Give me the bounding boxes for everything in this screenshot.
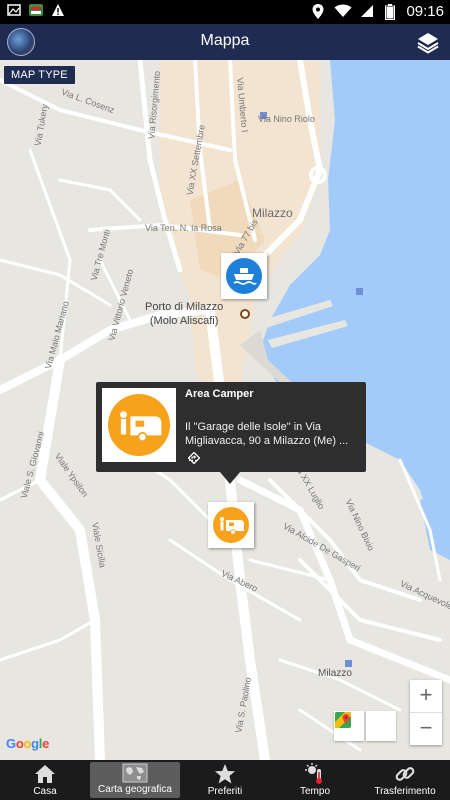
google-maps-icon [335, 712, 351, 728]
google-logo: Google [6, 736, 50, 751]
camper-icon [120, 411, 162, 443]
app-bar: Mappa [0, 24, 450, 60]
signal-icon [358, 4, 374, 20]
town-label-small: Milazzo [318, 668, 352, 679]
layers-icon [417, 33, 439, 54]
camper-marker[interactable] [208, 502, 254, 548]
camper-icon [220, 517, 244, 535]
info-title: Area Camper [185, 388, 254, 400]
street-label: Via Nino Riolo [258, 114, 315, 124]
link-icon [395, 767, 415, 781]
google-maps-button[interactable] [335, 711, 396, 741]
world-map-icon [122, 763, 148, 783]
zoom-out-button[interactable]: − [410, 713, 442, 745]
port-label: Porto di Milazzo (Molo Aliscafi) [145, 301, 224, 327]
info-thumbnail [102, 388, 176, 462]
warning-icon [50, 3, 66, 19]
ferry-icon [233, 268, 257, 285]
home-icon [35, 765, 55, 783]
nav-item-tempo[interactable]: Tempo [270, 760, 360, 800]
street-label: Via Ten. N. la Rosa [145, 223, 222, 233]
info-directions[interactable]: ... [188, 452, 200, 464]
status-time: 09:16 [406, 3, 444, 20]
ferry-marker[interactable] [221, 253, 267, 299]
zoom-controls: + − [410, 680, 442, 745]
nav-item-preferiti[interactable]: Preferiti [180, 760, 270, 800]
layers-button[interactable] [416, 30, 440, 54]
wifi-icon [334, 4, 352, 20]
nav-item-carta-geografica[interactable]: Carta geografica [90, 762, 180, 798]
map-view[interactable]: Via Tukery Via L. Cosenz Via Risorgiment… [0, 60, 450, 760]
info-description: Il "Garage delle Isole" in Via Migliavac… [185, 421, 349, 447]
battery-icon [382, 3, 398, 20]
map-actions [334, 711, 396, 741]
nav-item-casa[interactable]: Casa [0, 760, 90, 800]
image-notification-icon [6, 3, 22, 19]
star-icon [215, 764, 235, 784]
location-icon [310, 3, 326, 20]
page-title: Mappa [200, 32, 250, 49]
directions-icon [188, 452, 200, 464]
map-type-button[interactable]: MAP TYPE [4, 66, 75, 84]
nav-item-trasferimento[interactable]: Trasferimento [360, 760, 450, 800]
town-label: Milazzo [252, 206, 293, 220]
status-bar: 09:16 [0, 0, 450, 24]
zoom-in-button[interactable]: + [410, 680, 442, 712]
app-notification-icon [28, 3, 44, 19]
bottom-navigation: Casa Carta geografica Preferiti Tempo Tr… [0, 760, 450, 800]
weather-icon [305, 763, 322, 784]
info-window[interactable]: Area Camper Il "Garage delle Isole" in V… [96, 382, 366, 484]
